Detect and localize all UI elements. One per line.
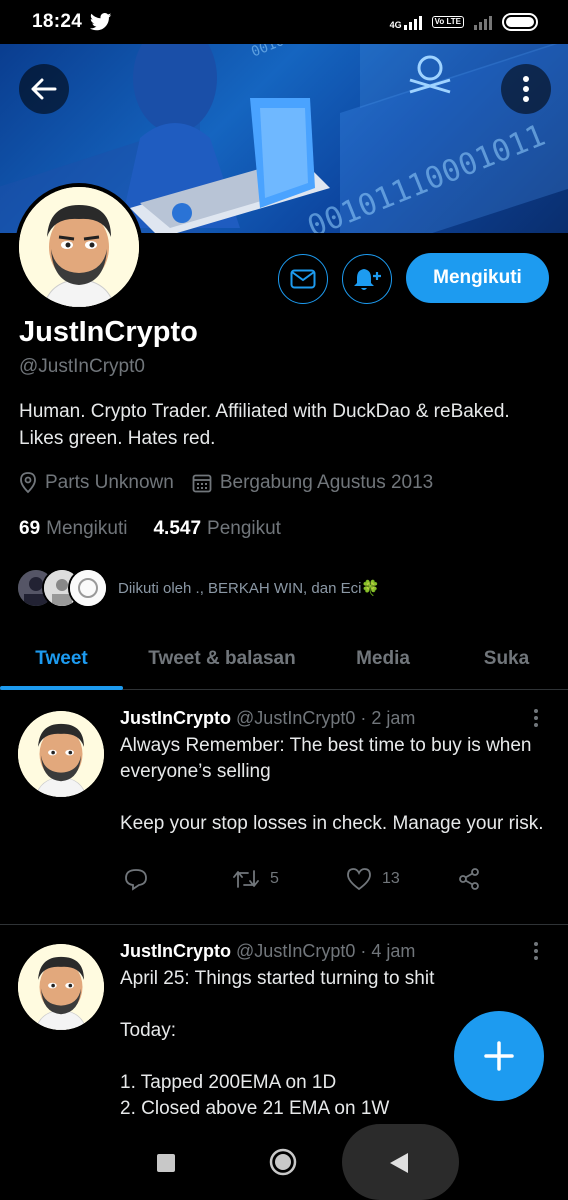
like-button[interactable]: 13 [346,867,400,891]
tab-label: Tweet [35,647,88,669]
nav-back-icon[interactable] [388,1151,410,1175]
mail-icon [290,269,316,289]
following-label: Mengikuti [46,518,128,539]
notifications-button[interactable] [342,254,392,304]
profile-bio: Human. Crypto Trader. Affiliated with Du… [19,401,510,449]
message-button[interactable] [278,254,328,304]
followers-count: 4.547 [153,518,202,539]
tweet-item[interactable]: JustInCrypto @JustInCrypt0 · 2 jam Alway… [0,691,568,925]
share-icon [459,868,479,890]
nav-square-icon[interactable] [156,1153,176,1173]
battery-icon [502,13,538,31]
compose-tweet-button[interactable] [454,1011,544,1101]
system-nav-bar [0,1118,568,1200]
following-count: 69 [19,518,41,539]
tab-label: Suka [483,647,530,669]
profile-meta: Parts Unknown Bergabung Agustus 2013 [19,472,451,494]
avatar-illustration [18,711,104,797]
following-count-link[interactable]: 69 Mengikuti [19,518,127,540]
tab-media[interactable]: Media [321,628,445,689]
tab-tweet-replies[interactable]: Tweet & balasan [123,628,321,689]
tweet-header: JustInCrypto @JustInCrypt0 · 4 jam [120,941,415,962]
tab-tweet[interactable]: Tweet [0,628,123,690]
tweet-avatar[interactable] [18,711,104,797]
signal-icon [403,14,422,30]
followers-count-link[interactable]: 4.547 Pengikut [153,518,281,540]
retweet-icon [233,870,259,888]
profile-handle: @JustInCrypt0 [19,356,145,377]
profile-joined-date: Bergabung Agustus 2013 [219,472,434,493]
signal-secondary-icon [474,14,492,30]
tweet-more-icon[interactable] [534,709,540,727]
nav-home-icon[interactable] [268,1147,298,1177]
bell-plus-icon [354,269,381,290]
tweet-handle: @JustInCrypt0 [236,941,356,961]
follower-avatar [68,568,108,608]
tweet-author[interactable]: JustInCrypto [120,941,231,961]
reply-icon [125,869,147,891]
tab-likes[interactable]: Suka [445,628,568,689]
reply-button[interactable] [124,867,148,891]
followers-label: Pengikut [207,518,281,539]
tweet-actions: 5 13 [120,867,500,897]
like-count: 13 [382,870,400,887]
profile-location: Parts Unknown [45,472,174,493]
profile-tabs: Tweet Tweet & balasan Media Suka [0,628,568,690]
retweet-count: 5 [270,870,279,887]
more-vertical-icon [523,76,529,102]
tweet-author[interactable]: JustInCrypto [120,708,231,728]
tweet-more-icon[interactable] [534,942,540,960]
tab-label: Media [356,647,410,669]
status-time: 18:24 [32,11,83,32]
followed-by-text: Diikuti oleh ., BERKAH WIN, dan Eci🍀 [118,580,381,597]
tweet-time: · 4 jam [360,941,416,961]
profile-avatar[interactable] [15,183,143,311]
tweet-time: · 2 jam [360,708,416,728]
tab-label: Tweet & balasan [148,647,296,669]
more-options-button[interactable] [501,64,551,114]
back-arrow-icon [31,78,57,100]
avatar-illustration [18,944,104,1030]
following-button[interactable]: Mengikuti [406,253,549,303]
calendar-icon [192,474,212,493]
tweet-text: Always Remember: The best time to buy is… [120,735,544,834]
profile-counts: 69 Mengikuti 4.547 Pengikut [19,518,281,540]
banner-illustration [120,44,330,233]
network-type-label: 4G [389,20,402,30]
twitter-bird-icon [90,13,112,31]
profile-name: JustInCrypto [19,316,198,348]
share-button[interactable] [457,867,481,891]
skull-icon [409,55,451,94]
like-icon [347,868,371,891]
location-pin-icon [20,472,36,494]
retweet-button[interactable]: 5 [232,867,279,891]
tweet-avatar[interactable] [18,944,104,1030]
volte-badge: Vo LTE [431,16,464,28]
compose-plus-icon [484,1041,514,1071]
tweet-header: JustInCrypto @JustInCrypt0 · 2 jam [120,708,415,729]
avatar-illustration [19,187,139,307]
status-bar: 18:24 4G Vo LTE [0,0,568,44]
tweet-handle: @JustInCrypt0 [236,708,356,728]
back-button[interactable] [19,64,69,114]
followed-by-row[interactable]: Diikuti oleh ., BERKAH WIN, dan Eci🍀 [16,568,380,608]
